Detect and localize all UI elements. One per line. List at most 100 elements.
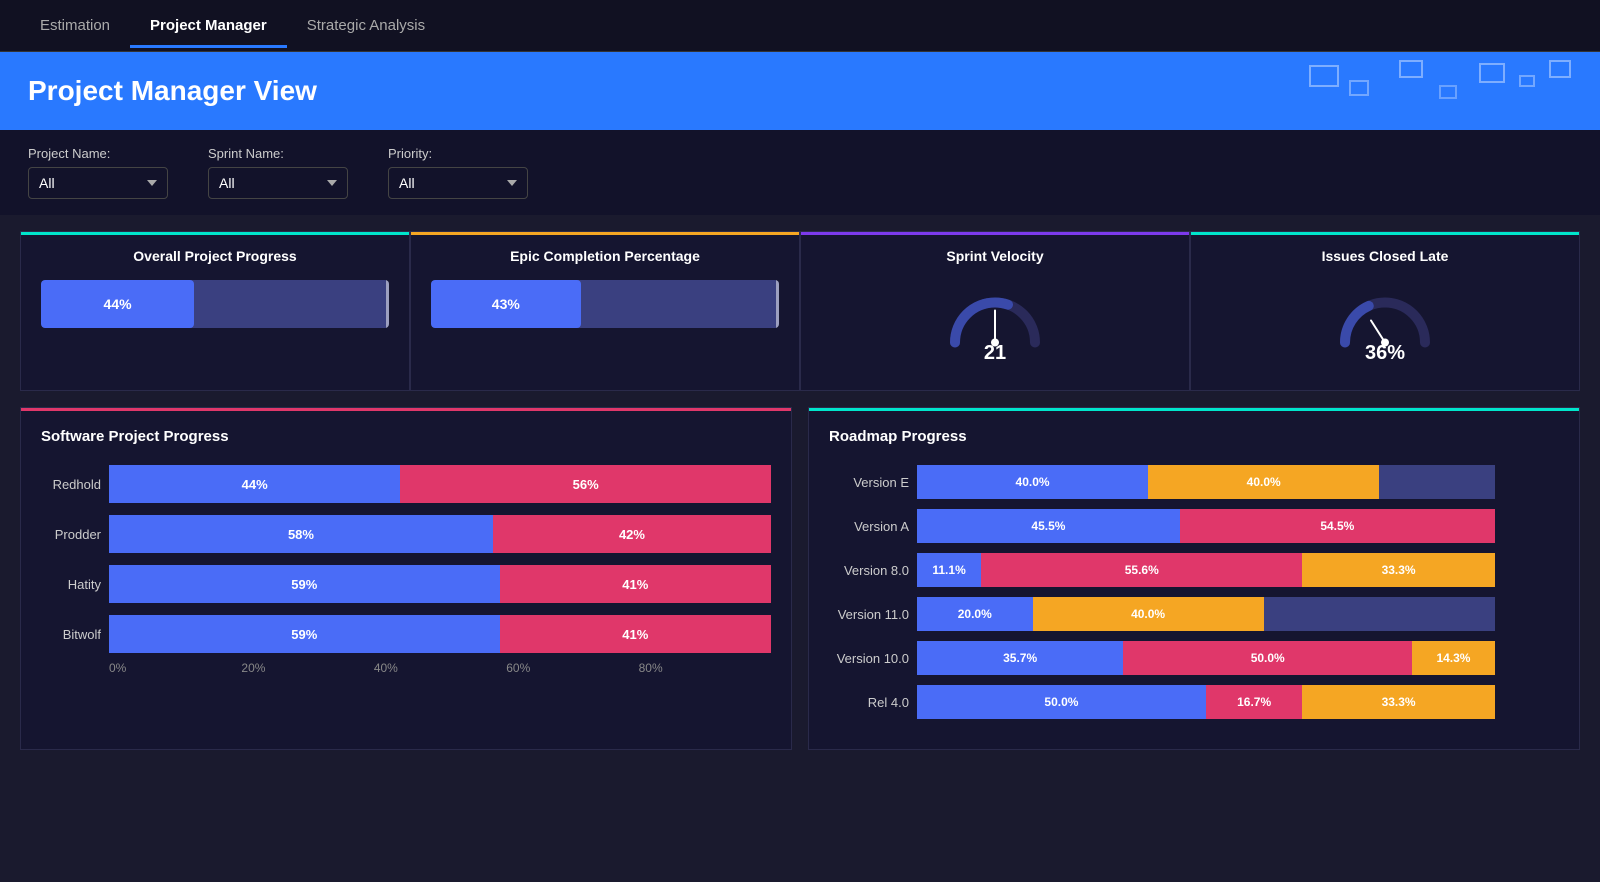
software-progress-card: Software Project Progress Redhold44%56%P… (20, 407, 792, 750)
filters-bar: Project Name: All Sprint Name: All Prior… (0, 130, 1600, 215)
kpi-velocity-gauge: 21 (821, 280, 1169, 374)
roadmap-seg-yellow: 14.3% (1412, 641, 1495, 675)
roadmap-row: Rel 4.0 50.0%16.7%33.3% (829, 685, 1559, 719)
kpi-issues-closed: Issues Closed Late 36% (1190, 231, 1580, 391)
bar-seg-completed: 59% (109, 565, 500, 603)
kpi-epic-value: 43% (492, 296, 520, 312)
roadmap-version-label: Rel 4.0 (829, 695, 909, 710)
roadmap-row: Version E 40.0%40.0% (829, 465, 1559, 499)
roadmap-track: 45.5%54.5% (917, 509, 1559, 543)
roadmap-seg-pink: 16.7% (1206, 685, 1302, 719)
tab-bar: Estimation Project Manager Strategic Ana… (0, 0, 1600, 52)
roadmap-seg-blue: 40.0% (917, 465, 1148, 499)
issues-gauge-svg (1335, 290, 1435, 350)
axis-label: 40% (374, 661, 506, 675)
kpi-row: Overall Project Progress 44% Epic Comple… (20, 231, 1580, 391)
kpi-overall-progress: Overall Project Progress 44% (20, 231, 410, 391)
axis-label: 60% (506, 661, 638, 675)
kpi-issues-value: 36% (1365, 342, 1405, 365)
roadmap-version-label: Version 11.0 (829, 607, 909, 622)
velocity-gauge-svg (945, 290, 1045, 350)
bar-row: Bitwolf 59%41% (41, 615, 771, 653)
project-name-select[interactable]: All (28, 167, 168, 199)
kpi-velocity-value: 21 (984, 342, 1006, 365)
axis-label: 20% (241, 661, 373, 675)
roadmap-seg-blue: 50.0% (917, 685, 1206, 719)
roadmap-row: Version 11.0 20.0%40.0% (829, 597, 1559, 631)
roadmap-track: 11.1%55.6%33.3% (917, 553, 1559, 587)
kpi-sprint-velocity: Sprint Velocity 21 (800, 231, 1190, 391)
bar-row: Hatity 59%41% (41, 565, 771, 603)
roadmap-seg-blue: 45.5% (917, 509, 1180, 543)
banner-decorative-shapes (1300, 56, 1580, 126)
tab-strategic-analysis[interactable]: Strategic Analysis (287, 3, 445, 48)
priority-label: Priority: (388, 146, 528, 161)
priority-select[interactable]: All (388, 167, 528, 199)
kpi-epic-completion: Epic Completion Percentage 43% (410, 231, 800, 391)
sprint-name-label: Sprint Name: (208, 146, 348, 161)
kpi-epic-border (776, 280, 779, 328)
roadmap-version-label: Version A (829, 519, 909, 534)
roadmap-seg-yellow: 33.3% (1302, 685, 1494, 719)
tab-estimation[interactable]: Estimation (20, 3, 130, 48)
kpi-epic-bar: 43% (431, 280, 779, 328)
bar-track: 59%41% (109, 565, 771, 603)
bar-row: Prodder 58%42% (41, 515, 771, 553)
roadmap-progress-card: Roadmap Progress Version E40.0%40.0%Vers… (808, 407, 1580, 750)
kpi-issues-gauge: 36% (1211, 280, 1559, 374)
bar-seg-completed: 59% (109, 615, 500, 653)
roadmap-track: 50.0%16.7%33.3% (917, 685, 1559, 719)
roadmap-row: Version A 45.5%54.5% (829, 509, 1559, 543)
software-bar-chart: Redhold44%56%Prodder58%42%Hatity59%41%Bi… (41, 465, 771, 653)
roadmap-seg-yellow: 40.0% (1033, 597, 1264, 631)
roadmap-version-label: Version E (829, 475, 909, 490)
roadmap-version-label: Version 10.0 (829, 651, 909, 666)
bar-track: 58%42% (109, 515, 771, 553)
roadmap-seg-blue: 35.7% (917, 641, 1123, 675)
roadmap-row: Version 10.0 35.7%50.0%14.3% (829, 641, 1559, 675)
kpi-overall-value: 44% (104, 296, 132, 312)
header-banner: Project Manager View (0, 52, 1600, 130)
roadmap-seg-gray (1379, 465, 1495, 499)
bar-label: Prodder (41, 527, 101, 542)
roadmap-progress-title: Roadmap Progress (829, 428, 1559, 445)
axis-label: 80% (639, 661, 771, 675)
roadmap-row: Version 8.0 11.1%55.6%33.3% (829, 553, 1559, 587)
priority-filter: Priority: All (388, 146, 528, 199)
roadmap-track: 20.0%40.0% (917, 597, 1559, 631)
axis-label: 0% (109, 661, 241, 675)
bar-seg-completed: 44% (109, 465, 400, 503)
sprint-name-filter: Sprint Name: All (208, 146, 348, 199)
kpi-issues-title: Issues Closed Late (1211, 248, 1559, 264)
bar-label: Bitwolf (41, 627, 101, 642)
bar-seg-remaining: 41% (500, 615, 771, 653)
project-name-filter: Project Name: All (28, 146, 168, 199)
roadmap-track: 35.7%50.0%14.3% (917, 641, 1559, 675)
bar-seg-completed: 58% (109, 515, 493, 553)
kpi-velocity-title: Sprint Velocity (821, 248, 1169, 264)
bar-seg-remaining: 56% (400, 465, 771, 503)
roadmap-seg-pink: 50.0% (1123, 641, 1412, 675)
bar-track: 59%41% (109, 615, 771, 653)
sprint-name-select[interactable]: All (208, 167, 348, 199)
bar-label: Hatity (41, 577, 101, 592)
banner-decoration (1300, 52, 1600, 130)
roadmap-seg-blue: 20.0% (917, 597, 1033, 631)
kpi-overall-title: Overall Project Progress (41, 248, 389, 264)
kpi-overall-border (386, 280, 389, 328)
bar-track: 44%56% (109, 465, 771, 503)
roadmap-track: 40.0%40.0% (917, 465, 1559, 499)
kpi-overall-bar: 44% (41, 280, 389, 328)
roadmap-seg-yellow: 40.0% (1148, 465, 1379, 499)
tab-project-manager[interactable]: Project Manager (130, 3, 287, 48)
main-content: Overall Project Progress 44% Epic Comple… (0, 215, 1600, 766)
roadmap-version-label: Version 8.0 (829, 563, 909, 578)
bar-seg-remaining: 41% (500, 565, 771, 603)
roadmap-bar-chart: Version E40.0%40.0%Version A45.5%54.5%Ve… (829, 465, 1559, 719)
bottom-row: Software Project Progress Redhold44%56%P… (20, 407, 1580, 750)
bar-label: Redhold (41, 477, 101, 492)
roadmap-seg-pink: 55.6% (981, 553, 1302, 587)
bar-seg-remaining: 42% (493, 515, 771, 553)
axis-labels: 0%20%40%60%80% (109, 661, 771, 675)
roadmap-seg-gray (1264, 597, 1495, 631)
